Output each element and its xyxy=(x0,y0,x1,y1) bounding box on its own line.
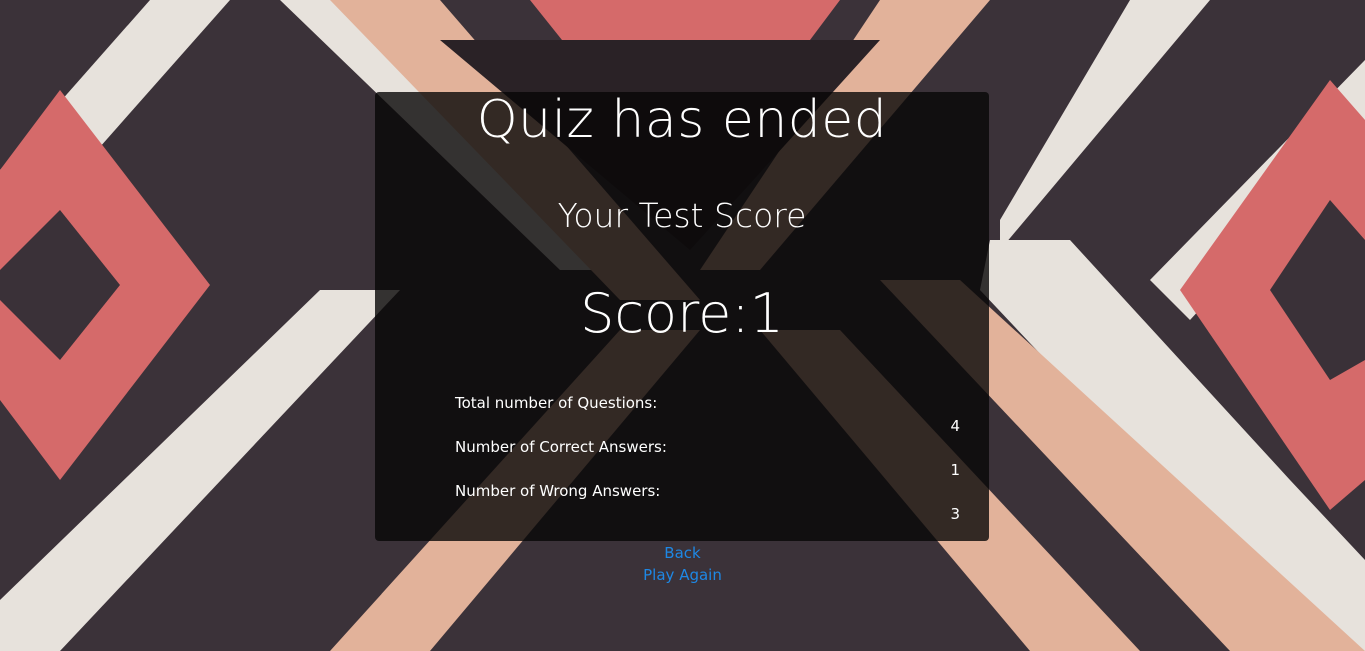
wrong-answers-value: 3 xyxy=(950,505,960,523)
results-panel: Quiz has ended Your Test Score Score:1 T… xyxy=(375,90,989,541)
play-again-link[interactable]: Play Again xyxy=(0,564,1365,586)
back-link[interactable]: Back xyxy=(0,542,1365,564)
total-questions-label: Total number of Questions: xyxy=(455,394,658,412)
score-heading: Your Test Score xyxy=(557,196,807,235)
correct-answers-label: Number of Correct Answers: xyxy=(455,438,667,456)
action-links: Back Play Again xyxy=(0,542,1365,586)
score-value: Score:1 xyxy=(580,282,784,345)
total-questions-value: 4 xyxy=(950,417,960,435)
wrong-answers-label: Number of Wrong Answers: xyxy=(455,482,661,500)
correct-answers-value: 1 xyxy=(950,461,960,479)
page-title: Quiz has ended xyxy=(476,90,888,150)
